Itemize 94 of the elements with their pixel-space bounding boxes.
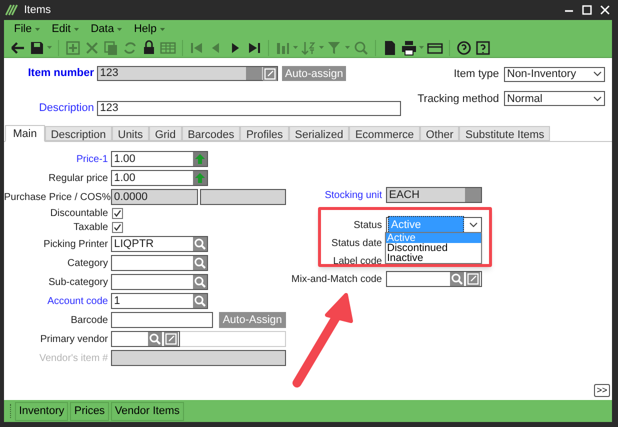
menu-item[interactable]: File [14,20,40,38]
menu-item[interactable]: Data [90,20,122,38]
input-field[interactable]: 123 [97,101,401,116]
input-field: EACH [386,187,482,203]
lookup-field[interactable] [386,271,482,287]
field-label: Tracking method [417,92,499,106]
copy-icon[interactable] [103,40,119,56]
field-label: Purchase Price / COS% [4,190,108,204]
lock-icon[interactable] [141,40,157,56]
field-label: Description [38,101,94,116]
input-field[interactable]: 123 [97,66,278,81]
lookup-field[interactable] [111,331,180,347]
input-field[interactable]: 1.00 [111,151,208,167]
maximize-icon[interactable] [582,5,592,15]
caret-icon[interactable] [160,28,165,30]
field-label: Account code [46,294,108,308]
caret-icon[interactable] [74,28,79,30]
window-title: Items [24,2,51,18]
field-label: Regular price [48,172,108,186]
app-logo-icon [4,3,18,17]
sort-icon[interactable] [301,40,317,56]
search-icon[interactable] [193,256,207,270]
tab[interactable]: Units [112,126,149,141]
search-icon[interactable] [193,275,207,289]
back-arrow-icon[interactable] [10,40,26,56]
search-icon[interactable] [193,237,207,251]
field-label: Status [352,218,382,232]
close-icon[interactable] [600,5,610,15]
field-label: Item type [454,67,499,82]
lookup-field[interactable]: LIQPTR [111,236,208,252]
more-button[interactable]: >> [594,384,610,397]
lookup-field[interactable] [111,274,208,290]
chevron-icon [593,71,602,78]
dropdown-option[interactable]: Inactive [386,253,481,263]
field-label: Category [66,256,108,270]
caret-icon[interactable] [319,46,324,49]
edit-icon[interactable] [164,332,178,346]
field-label: Price-1 [75,152,108,166]
field-label: Item number [26,66,94,82]
help-icon[interactable] [456,40,472,56]
input-field: 0.0000 [111,189,198,205]
field-label: Label code [332,254,382,268]
field-label: Primary vendor [39,332,108,346]
checkbox[interactable] [112,208,123,219]
field-label: Taxable [72,221,108,235]
tab[interactable]: Main [5,125,45,142]
caret-icon[interactable] [419,46,424,49]
caret-icon[interactable] [47,46,52,49]
lookup-field[interactable]: 1 [111,293,208,309]
field-label: Picking Printer [42,238,108,252]
field-label: Vendor's item # [38,352,108,366]
edit-icon[interactable] [263,66,277,80]
delete-icon[interactable] [84,40,100,56]
tab[interactable]: Description [44,126,112,141]
search-icon[interactable] [353,40,369,56]
field-label: Stocking unit [324,188,382,202]
lookup-field[interactable] [111,255,208,271]
tab[interactable]: Ecommerce [349,126,420,141]
bottom-tab[interactable]: Vendor Items [110,402,184,420]
caret-icon[interactable] [116,28,122,30]
search-icon[interactable] [193,294,207,308]
dropdown[interactable]: Normal [504,91,605,106]
caret-icon[interactable] [34,28,40,30]
input-field[interactable] [111,312,213,328]
edit-icon[interactable] [466,272,480,286]
field-label: Discountable [49,207,108,221]
add-icon[interactable] [65,40,81,56]
search-icon[interactable] [148,332,162,346]
caret-icon[interactable] [345,46,350,49]
tab[interactable]: Profiles [240,126,289,141]
chevron-icon [593,96,602,102]
tab[interactable]: Barcodes [182,126,240,141]
field-label: Barcode [70,314,108,328]
bottom-tab[interactable]: Inventory [15,402,68,420]
field-label: Status date [330,236,382,250]
tab[interactable]: Substitute Items [459,126,550,141]
dropdown[interactable]: Non-Inventory [504,66,605,82]
tab[interactable]: Other [420,126,460,141]
help-icon[interactable] [475,40,491,56]
printer-icon[interactable] [401,40,417,56]
field-label: Mix-and-Match code [290,272,382,286]
input-field[interactable]: 1.00 [111,170,208,186]
field-label: Sub-category [48,276,108,290]
bottom-tab[interactable]: Prices [70,402,109,420]
tab[interactable]: Grid [148,126,182,141]
tab[interactable]: Serialized [288,126,350,141]
checkbox[interactable] [112,222,123,233]
menu-item[interactable]: Help [134,20,165,38]
search-icon[interactable] [450,272,464,286]
caret-icon[interactable] [293,46,298,49]
menu-item[interactable]: Edit [52,20,79,38]
save-icon[interactable] [29,40,45,56]
chevron-icon [469,222,478,228]
dropdown-option[interactable]: Discontinued [386,243,481,253]
